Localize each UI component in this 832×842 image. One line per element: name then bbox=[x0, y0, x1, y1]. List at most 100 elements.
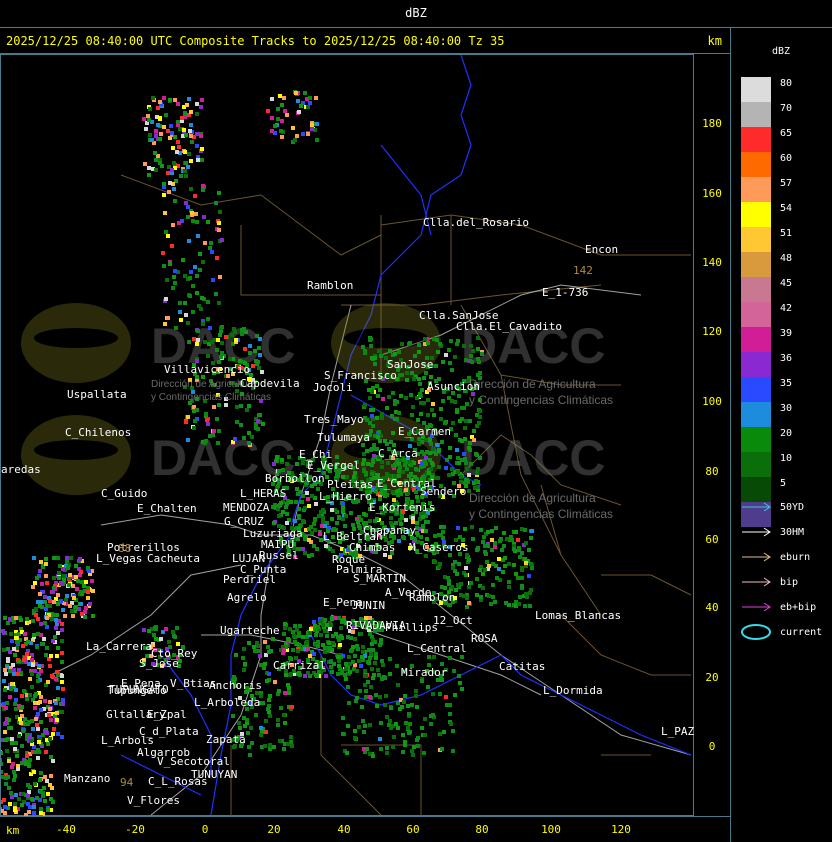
x-tick-label: 100 bbox=[541, 823, 561, 836]
place-label: La_Carrera bbox=[86, 640, 153, 653]
scale-swatch bbox=[741, 77, 771, 102]
place-label: S_MARTIN bbox=[353, 572, 406, 585]
watermark-text-4a: Dirección de Agricultura bbox=[469, 491, 596, 505]
place-label: C_Chilenos bbox=[65, 426, 132, 439]
legend-title: dBZ bbox=[772, 46, 791, 57]
place-label: L_HERAS bbox=[240, 487, 287, 500]
place-label: Ramblon bbox=[409, 591, 456, 604]
scale-label: 70 bbox=[780, 103, 793, 114]
place-label: Mirador bbox=[401, 666, 448, 679]
place-label: Capdevila bbox=[240, 377, 300, 390]
scale-swatch bbox=[741, 327, 771, 352]
place-label: Encon bbox=[585, 243, 619, 256]
header-title: dBZ bbox=[405, 6, 427, 20]
y-tick-label: 0 bbox=[708, 740, 716, 753]
scale-label: 39 bbox=[780, 328, 793, 339]
place-label: Tulumaya bbox=[317, 431, 370, 444]
radar-map[interactable]: DACC DACC DACC DACC Dirección de Agricul… bbox=[0, 54, 695, 817]
track-label: eburn bbox=[780, 552, 811, 563]
place-label: Clla.del_Rosario bbox=[423, 216, 529, 229]
scale-label: 5 bbox=[780, 478, 787, 489]
place-label: Sendero bbox=[420, 485, 467, 498]
watermark-text-1b: y Contingencias Climáticas bbox=[151, 392, 272, 403]
place-label: L_Dormida bbox=[543, 684, 603, 697]
scale-label: 30 bbox=[780, 403, 793, 414]
y-tick-label: 120 bbox=[702, 325, 722, 338]
scale-label: 57 bbox=[780, 178, 793, 189]
place-label: Lomas_Blancas bbox=[535, 609, 622, 622]
x-tick-label: 40 bbox=[337, 823, 351, 836]
place-label: Agrelo bbox=[227, 591, 267, 604]
scale-label: 65 bbox=[780, 128, 793, 139]
place-label: Uspallata bbox=[67, 388, 127, 401]
place-label: E_Zpal bbox=[147, 708, 187, 721]
place-label: L_Hierro bbox=[319, 490, 372, 503]
scale-swatch bbox=[741, 177, 771, 202]
place-label: aredas bbox=[1, 463, 41, 476]
y-tick-label: 40 bbox=[705, 601, 719, 614]
watermark-text-4b: y Contingencias Climáticas bbox=[469, 507, 614, 521]
x-tick-label: -40 bbox=[56, 823, 76, 836]
y-tick-label: 160 bbox=[702, 187, 722, 200]
title-row: 2025/12/25 08:40:00 UTC Composite Tracks… bbox=[0, 28, 730, 54]
place-label: E_Chalten bbox=[137, 502, 197, 515]
track-label: eb+bip bbox=[780, 602, 817, 613]
place-label: 88 bbox=[118, 542, 132, 555]
y-tick-label: 100 bbox=[702, 395, 722, 408]
scale-swatch bbox=[741, 402, 771, 427]
track-label: 50YD bbox=[780, 502, 805, 513]
x-tick-label: 20 bbox=[267, 823, 281, 836]
composite-title: 2025/12/25 08:40:00 UTC Composite Tracks… bbox=[6, 34, 505, 48]
track-label: current bbox=[780, 627, 823, 638]
svg-text:DACC: DACC bbox=[461, 430, 605, 486]
x-tick-label: 60 bbox=[406, 823, 420, 836]
place-label: V_Flores bbox=[127, 794, 180, 807]
place-label: L_PAZ bbox=[661, 725, 695, 738]
scale-label: 51 bbox=[780, 228, 793, 239]
place-label: E_Kortenis bbox=[369, 501, 436, 514]
scale-swatch bbox=[741, 227, 771, 252]
place-label: 142 bbox=[573, 264, 593, 277]
place-label: Cacheuta bbox=[147, 552, 200, 565]
place-label: C_Guido bbox=[101, 487, 148, 500]
y-tick-label: 180 bbox=[702, 117, 722, 130]
place-label: TUPUNGATO bbox=[109, 683, 169, 696]
y-tick-label: 20 bbox=[705, 671, 719, 684]
scale-swatch bbox=[741, 152, 771, 177]
place-label: C_L_Rosas bbox=[148, 775, 208, 788]
place-label: Phillips bbox=[385, 621, 438, 634]
place-label: MENDOZA bbox=[223, 501, 270, 514]
scale-swatch bbox=[741, 202, 771, 227]
top-header: dBZ bbox=[0, 0, 832, 28]
place-label: JUNIN bbox=[352, 599, 386, 612]
place-label: Borbollon bbox=[265, 472, 325, 485]
track-label: 30HM bbox=[780, 527, 805, 538]
scale-swatch bbox=[741, 302, 771, 327]
x-tick-label: -20 bbox=[125, 823, 145, 836]
place-label: Asuncion bbox=[427, 380, 480, 393]
scale-swatch bbox=[741, 377, 771, 402]
place-label: E_Vergel bbox=[307, 459, 360, 472]
place-label: M_Caseros bbox=[409, 541, 469, 554]
y-tick-label: 60 bbox=[705, 533, 719, 546]
place-label: Jocoli bbox=[313, 381, 353, 394]
place-label: Zapata bbox=[206, 733, 246, 746]
place-label: 94 bbox=[120, 776, 134, 789]
scale-swatch bbox=[741, 102, 771, 127]
y-tick-label: 140 bbox=[702, 256, 722, 269]
scale-label: 35 bbox=[780, 378, 793, 389]
scale-label: 60 bbox=[780, 153, 793, 164]
place-label: Ramblon bbox=[307, 279, 354, 292]
watermark-text-2b: y Contingencias Climáticas bbox=[469, 393, 614, 407]
place-label: Manzano bbox=[64, 772, 111, 785]
watermark-logo-1: DACC bbox=[21, 303, 295, 383]
scale-swatch bbox=[741, 352, 771, 377]
place-label: L_Arboleda bbox=[194, 696, 261, 709]
place-label: Tres_Mayo bbox=[304, 413, 364, 426]
x-tick-label: 80 bbox=[475, 823, 489, 836]
track-arrow-icon bbox=[742, 552, 771, 562]
place-label: C_Arca bbox=[378, 447, 418, 460]
scale-label: 20 bbox=[780, 428, 793, 439]
place-label: Perdriel bbox=[223, 573, 276, 586]
current-ellipse-icon bbox=[741, 624, 771, 640]
